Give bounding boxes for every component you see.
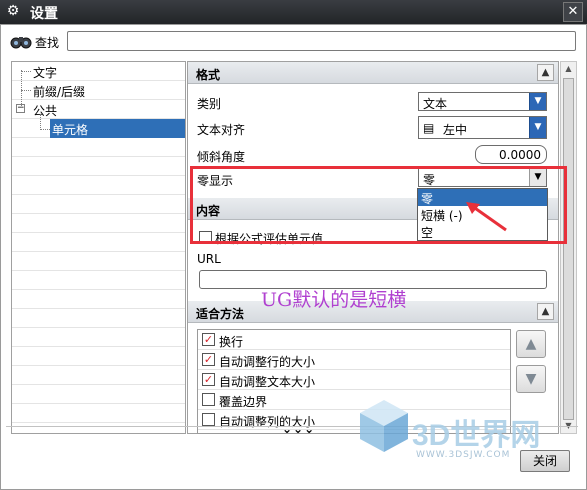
checkbox-unchecked[interactable] <box>202 413 215 426</box>
annotation-text: UG默认的是短横 <box>261 289 407 311</box>
tree-empty-row <box>12 290 185 309</box>
checkbox-checked[interactable]: ✓ <box>202 333 215 346</box>
tree-connector <box>21 71 31 72</box>
watermark-text: 3D世界网 <box>412 419 541 452</box>
tree-item-label: 公共 <box>33 104 58 118</box>
watermark-url: WWW.3DSJW.COM <box>416 450 511 460</box>
scrollbar[interactable]: ▲ ▼ <box>560 61 577 434</box>
annotation-arrow-icon <box>466 202 507 232</box>
url-label: URL <box>197 252 221 266</box>
align-select[interactable]: ▤ 左中 ▼ <box>418 116 547 139</box>
collapse-up-icon[interactable]: ▲ <box>537 64 554 81</box>
tree-item-selected[interactable]: 单元格 <box>50 119 185 138</box>
tree-empty-row <box>12 214 185 233</box>
scrollbar-thumb[interactable] <box>563 78 574 420</box>
tree-empty-row <box>12 157 185 176</box>
chevron-down-icon[interactable]: ▼ <box>529 117 546 138</box>
tree-item-prefix-suffix[interactable]: 前缀/后缀 <box>12 81 185 100</box>
list-item[interactable]: ✓ 换行 <box>198 330 510 350</box>
tree-empty-row <box>12 138 185 157</box>
tree-connector <box>21 90 31 91</box>
tree-empty-row <box>12 385 185 404</box>
align-left-center-icon: ▤ <box>423 121 435 135</box>
align-label: 文本对齐 <box>197 123 246 137</box>
tree-empty-row <box>12 252 185 271</box>
tree-connector <box>21 70 22 108</box>
scroll-up-icon[interactable]: ▲ <box>561 62 576 76</box>
list-item-label: 换行 <box>219 335 244 349</box>
tree-connector <box>40 114 41 130</box>
list-item-label: 自动调整文本大小 <box>219 375 316 389</box>
tree-item-label: 文字 <box>33 66 58 80</box>
tree-empty-row <box>12 195 185 214</box>
tree-empty-row <box>12 309 185 328</box>
tree-empty-row <box>12 271 185 290</box>
window-title: 设置 <box>30 6 58 22</box>
list-item[interactable]: ✓ 自动调整行的大小 <box>198 350 510 370</box>
tree-item-label: 前缀/后缀 <box>33 85 86 99</box>
tree-empty-row <box>12 404 185 423</box>
move-down-button[interactable]: ▼ <box>516 365 546 393</box>
close-button[interactable]: 关闭 <box>520 450 570 472</box>
type-label: 类别 <box>197 97 222 111</box>
binoculars-icon <box>10 37 32 49</box>
angle-input[interactable]: 0.0000 <box>475 145 547 164</box>
window-close-button[interactable]: ✕ <box>563 2 583 22</box>
move-up-button[interactable]: ▲ <box>516 330 546 358</box>
tree-connector <box>40 129 50 130</box>
checkbox-unchecked[interactable] <box>202 393 215 406</box>
checkbox-checked[interactable]: ✓ <box>202 353 215 366</box>
checkbox-checked[interactable]: ✓ <box>202 373 215 386</box>
tree-empty-row <box>12 233 185 252</box>
gear-icon[interactable]: ⚙ <box>5 3 21 19</box>
tree-empty-row <box>12 176 185 195</box>
type-value: 文本 <box>423 97 448 111</box>
list-item-label: 自动调整行的大小 <box>219 355 316 369</box>
tree-item-cell[interactable]: 单元格 <box>12 119 185 138</box>
search-input[interactable] <box>67 31 576 51</box>
format-section-header[interactable]: 格式 ▲ <box>188 62 558 84</box>
chevron-down-icon[interactable]: ▼ <box>529 93 546 110</box>
tree-empty-row <box>12 366 185 385</box>
align-value: 左中 <box>443 123 468 137</box>
collapse-up-icon[interactable]: ▲ <box>537 303 554 320</box>
list-item-label: 覆盖边界 <box>219 395 268 409</box>
section-title: 适合方法 <box>196 307 245 321</box>
tree-item-label: 单元格 <box>52 123 89 137</box>
expand-more-icon[interactable]: ⌄⌄⌄ <box>282 422 315 436</box>
title-bar: ⚙ 设置 ✕ <box>0 0 587 24</box>
tree-empty-row <box>12 328 185 347</box>
cube-icon <box>360 400 408 452</box>
angle-label: 倾斜角度 <box>197 150 246 164</box>
tree-item-common[interactable]: − 公共 <box>12 100 185 119</box>
tree-empty-row <box>12 347 185 366</box>
type-select[interactable]: 文本 ▼ <box>418 92 547 111</box>
list-item[interactable]: ✓ 自动调整文本大小 <box>198 370 510 390</box>
category-tree: 文字 前缀/后缀 − 公共 单元格 <box>11 61 186 434</box>
tree-item-text[interactable]: 文字 <box>12 62 185 81</box>
section-title: 格式 <box>196 68 221 82</box>
